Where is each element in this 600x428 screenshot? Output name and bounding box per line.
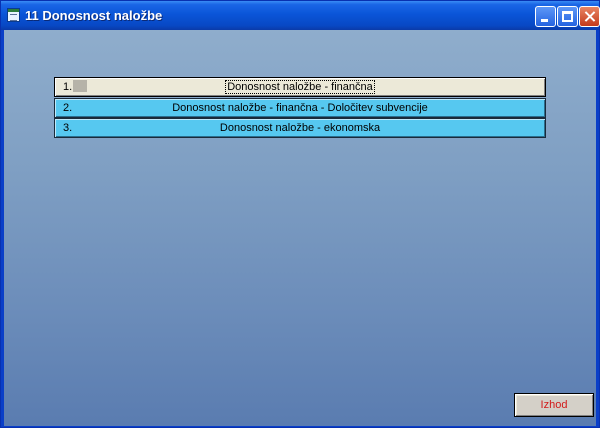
menu-item-financna[interactable]: 1. Donosnost naložbe - finančna xyxy=(54,77,546,97)
form-icon xyxy=(7,8,20,22)
client-area: 1. Donosnost naložbe - finančna 2. Donos… xyxy=(4,30,596,426)
window-title: 11 Donosnost naložbe xyxy=(25,8,163,23)
menu-item-label: Donosnost naložbe - finančna - Določitev… xyxy=(172,102,428,114)
maximize-button[interactable] xyxy=(557,6,578,27)
menu-item-financna-subvencije[interactable]: 2. Donosnost naložbe - finančna - Določi… xyxy=(54,98,546,118)
menu-item-ekonomska[interactable]: 3. Donosnost naložbe - ekonomska xyxy=(54,118,546,138)
app-window: 11 Donosnost naložbe 1. Donosnost naložb… xyxy=(0,0,600,428)
close-button[interactable] xyxy=(579,6,600,27)
title-bar[interactable]: 11 Donosnost naložbe xyxy=(1,1,600,30)
exit-button[interactable]: Izhod xyxy=(514,393,594,417)
menu-item-label: Donosnost naložbe - finančna xyxy=(225,80,375,94)
minimize-button[interactable] xyxy=(535,6,556,27)
menu-item-label: Donosnost naložbe - ekonomska xyxy=(219,122,381,134)
